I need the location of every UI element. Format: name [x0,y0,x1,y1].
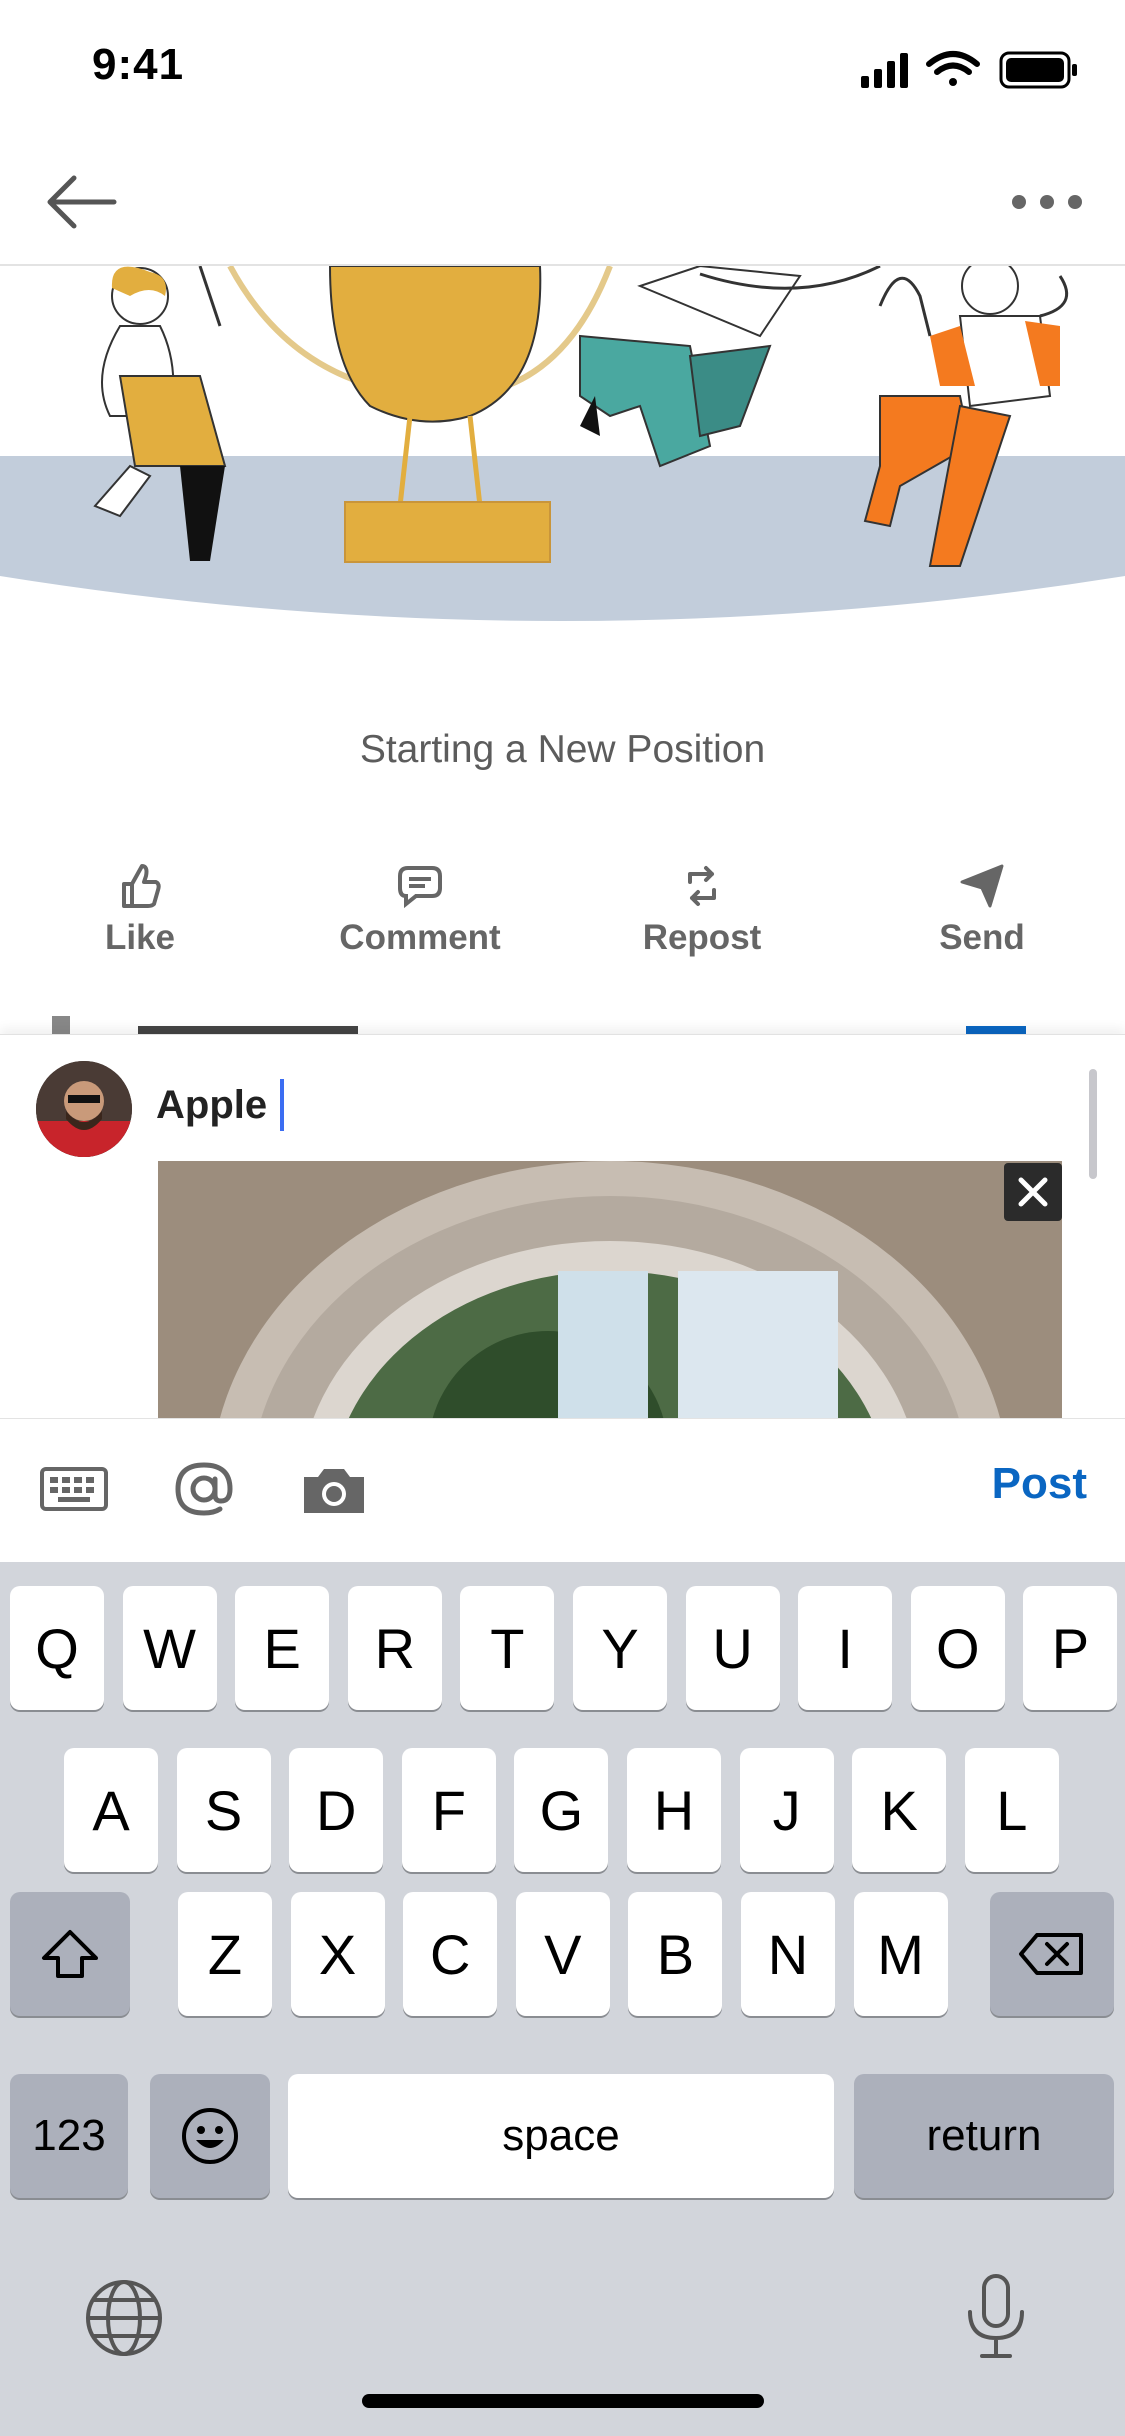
post-actions-bar: Like Comment Repost Send [0,860,1125,970]
text-cursor [280,1079,284,1131]
comment-button[interactable]: Comment [320,860,520,970]
numbers-key[interactable]: 123 [10,2074,128,2198]
close-icon [1018,1177,1048,1207]
shift-arrow-icon [42,1930,98,1978]
globe-icon[interactable] [82,2276,166,2360]
comment-composer: Apple [0,1034,1125,1421]
composer-toolbar: Post [0,1418,1125,1563]
repost-button[interactable]: Repost [602,860,802,970]
key-t[interactable]: T [460,1586,555,1710]
key-o[interactable]: O [910,1586,1005,1710]
comment-bubble-icon [398,866,442,909]
key-j[interactable]: J [739,1748,834,1872]
key-c[interactable]: C [403,1892,498,2016]
like-button[interactable]: Like [40,860,240,970]
key-l[interactable]: L [964,1748,1059,1872]
remove-photo-button[interactable] [1004,1163,1062,1221]
key-d[interactable]: D [289,1748,384,1872]
home-indicator [362,2394,764,2408]
microphone-icon[interactable] [958,2272,1034,2362]
emoji-key[interactable] [150,2074,270,2198]
status-time: 9:41 [92,40,185,89]
key-q[interactable]: Q [10,1586,104,1710]
back-arrow-icon[interactable] [40,170,124,234]
key-i[interactable]: I [798,1586,893,1710]
cellular-signal-icon [861,53,908,88]
battery-icon [999,51,1077,89]
like-label: Like [104,918,176,957]
onscreen-keyboard: 123 space return QWERTYUIOP ASDFGHJKL ZXCV… [0,1562,1125,2436]
key-h[interactable]: H [627,1748,721,1872]
post-button[interactable]: Post [992,1459,1087,1509]
delete-backspace-icon [1019,1933,1083,1975]
comment-label: Comment [339,918,501,957]
shift-key[interactable] [10,1892,130,2016]
post-title: Starting a New Position [359,728,766,771]
celebration-illustration [0,266,1125,666]
key-w[interactable]: W [122,1586,217,1710]
key-g[interactable]: G [514,1748,609,1872]
avatar [36,1061,132,1157]
mention-at-icon[interactable] [168,1457,240,1521]
status-bar: 9:41 [0,0,1125,140]
return-key[interactable]: return [854,2074,1114,2198]
attached-photo [158,1161,1062,1421]
repost-icon [688,866,716,906]
key-s[interactable]: S [176,1748,271,1872]
key-u[interactable]: U [685,1586,780,1710]
key-k[interactable]: K [852,1748,947,1872]
key-m[interactable]: M [853,1892,948,2016]
key-z[interactable]: Z [178,1892,272,2016]
emoji-smiley-icon [182,2108,238,2164]
send-button[interactable]: Send [882,860,1082,970]
backspace-key[interactable] [990,1892,1114,2016]
key-n[interactable]: N [741,1892,835,2016]
thumbs-up-icon [122,864,161,908]
repost-label: Repost [642,918,762,957]
key-v[interactable]: V [515,1892,610,2016]
key-f[interactable]: F [401,1748,496,1872]
status-icons [861,51,1077,89]
wifi-icon [926,51,980,86]
send-label: Send [939,918,1025,957]
keyboard-icon[interactable] [38,1457,110,1521]
key-p[interactable]: P [1023,1586,1118,1710]
top-navigation-bar [0,140,1125,266]
key-y[interactable]: Y [573,1586,667,1710]
comment-input[interactable]: Apple [156,1083,267,1128]
key-b[interactable]: B [628,1892,723,2016]
space-key[interactable]: space [288,2074,834,2198]
scrollbar[interactable] [1089,1069,1097,1179]
key-e[interactable]: E [235,1586,330,1710]
key-r[interactable]: R [347,1586,442,1710]
send-paper-plane-icon [960,864,1004,908]
reactions-summary-peek [52,1016,1026,1034]
key-x[interactable]: X [290,1892,385,2016]
camera-icon[interactable] [298,1457,370,1521]
key-a[interactable]: A [64,1748,158,1872]
more-options-icon[interactable] [1005,180,1089,224]
